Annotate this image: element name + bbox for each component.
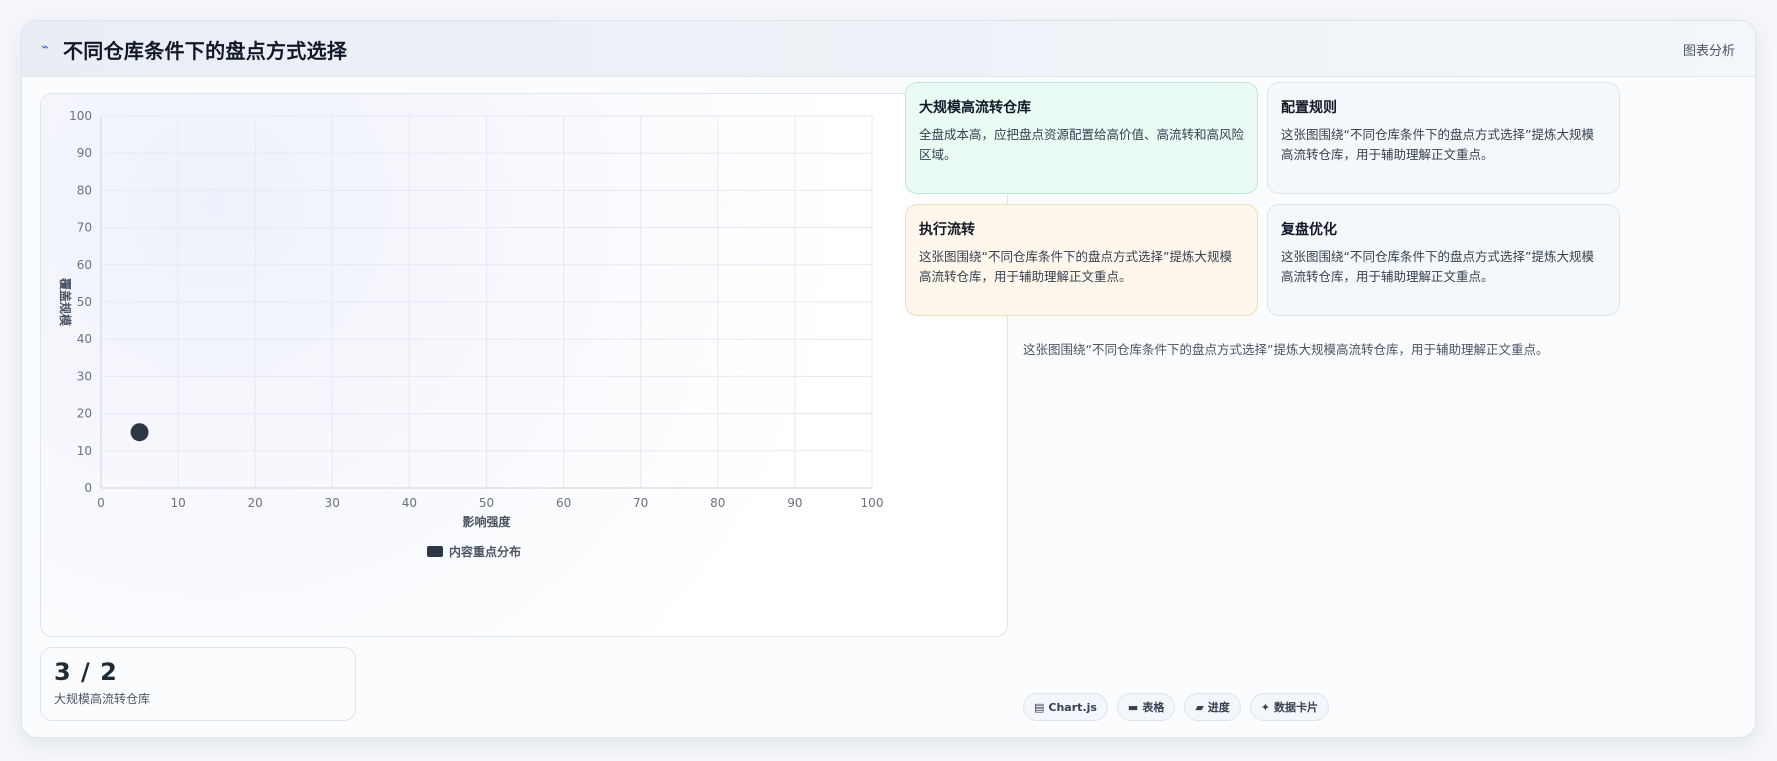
tile-execution-flow: 执行流转 这张图围绕“不同仓库条件下的盘点方式选择”提炼大规模高流转仓库，用于辅…	[905, 204, 1258, 316]
chip-table[interactable]: ▬ 表格	[1116, 693, 1176, 721]
y-tick-label: 70	[77, 221, 92, 235]
y-tick-label: 10	[77, 444, 92, 458]
x-tick-label: 40	[402, 496, 417, 510]
chip-progress[interactable]: ▰ 进度	[1184, 693, 1241, 721]
scatter-chart: 0 10 20 30 40 50 60 70 80 90 100 0 10 20 30 40 50 60 70 80 9…	[58, 109, 884, 559]
tile-review-optimization: 复盘优化 这张图围绕“不同仓库条件下的盘点方式选择”提炼大规模高流转仓库，用于辅…	[1267, 204, 1620, 316]
progress-icon: ▰	[1195, 700, 1204, 714]
tile-text: 这张图围绕“不同仓库条件下的盘点方式选择”提炼大规模高流转仓库，用于辅助理解正文…	[1281, 249, 1594, 284]
chart-panel: 0 10 20 30 40 50 60 70 80 90 100 0 10 20 30 40 50 60 70 80 9…	[40, 93, 1008, 637]
tile-title: 执行流转	[919, 222, 975, 238]
tile-text: 这张图围绕“不同仓库条件下的盘点方式选择”提炼大规模高流转仓库，用于辅助理解正文…	[919, 249, 1232, 284]
tag-chips: ▤ Chart.js ▬ 表格 ▰ 进度 ✦ 数据卡片	[1023, 693, 1330, 721]
y-tick-label: 0	[84, 481, 92, 495]
page-title: 不同仓库条件下的盘点方式选择	[63, 39, 348, 63]
x-tick-label: 30	[325, 496, 340, 510]
chart-note: 这张图围绕“不同仓库条件下的盘点方式选择”提炼大规模高流转仓库，用于辅助理解正文…	[1023, 342, 1549, 357]
y-tick-label: 20	[77, 407, 92, 421]
stat-label: 大规模高流转仓库	[54, 692, 151, 706]
chip-label: 数据卡片	[1274, 701, 1319, 714]
x-tick-label: 80	[710, 496, 725, 510]
chart-icon: ▤	[1034, 700, 1045, 714]
x-tick-label: 10	[170, 496, 185, 510]
tile-config-rules: 配置规则 这张图围绕“不同仓库条件下的盘点方式选择”提炼大规模高流转仓库，用于辅…	[1267, 82, 1620, 194]
sparkle-icon: ✦	[1260, 700, 1271, 714]
chip-label: 表格	[1142, 701, 1165, 714]
y-tick-label: 30	[77, 369, 92, 383]
y-tick-label: 80	[77, 183, 92, 197]
table-icon: ▬	[1127, 700, 1139, 714]
x-tick-label: 60	[556, 496, 571, 510]
y-tick-label: 100	[69, 109, 92, 123]
x-tick-label: 70	[633, 496, 648, 510]
y-axis-title: 覆盖规模	[58, 277, 73, 327]
tile-title: 配置规则	[1281, 100, 1337, 116]
y-tick-label: 90	[77, 146, 92, 160]
tile-text: 全盘成本高，应把盘点资源配置给高价值、高流转和高风险区域。	[919, 127, 1245, 162]
tile-text: 这张图围绕“不同仓库条件下的盘点方式选择”提炼大规模高流转仓库，用于辅助理解正文…	[1281, 127, 1594, 162]
x-tick-label: 90	[787, 496, 802, 510]
y-tick-label: 40	[77, 332, 92, 346]
chip-label: 进度	[1207, 701, 1230, 714]
lightning-icon: ⌁	[41, 40, 49, 55]
y-tick-label: 50	[77, 295, 92, 309]
data-point	[130, 423, 149, 442]
tile-title: 复盘优化	[1281, 222, 1337, 238]
chip-data-card[interactable]: ✦ 数据卡片	[1249, 693, 1330, 721]
x-tick-label: 50	[479, 496, 494, 510]
x-tick-label: 0	[97, 496, 105, 510]
legend-swatch	[427, 546, 443, 557]
figure-card: ⌁ 不同仓库条件下的盘点方式选择 图表分析 0 10 20 30 40 50 60 70 80 9…	[21, 20, 1756, 738]
tile-large-warehouse: 大规模高流转仓库 全盘成本高，应把盘点资源配置给高价值、高流转和高风险区域。	[905, 82, 1258, 194]
chip-chartjs[interactable]: ▤ Chart.js	[1023, 693, 1108, 721]
stat-value: 3 / 2	[54, 658, 118, 686]
tile-title: 大规模高流转仓库	[919, 100, 1031, 116]
legend-label: 内容重点分布	[449, 544, 521, 559]
stat-card: 3 / 2 大规模高流转仓库	[40, 647, 356, 721]
x-tick-label: 20	[248, 496, 263, 510]
y-tick-label: 60	[77, 258, 92, 272]
x-tick-label: 100	[861, 496, 884, 510]
x-axis-title: 影响强度	[462, 514, 511, 529]
card-header: ⌁ 不同仓库条件下的盘点方式选择 图表分析	[22, 21, 1755, 77]
chart-analysis-link[interactable]: 图表分析	[1683, 40, 1735, 59]
chip-label: Chart.js	[1048, 700, 1097, 714]
